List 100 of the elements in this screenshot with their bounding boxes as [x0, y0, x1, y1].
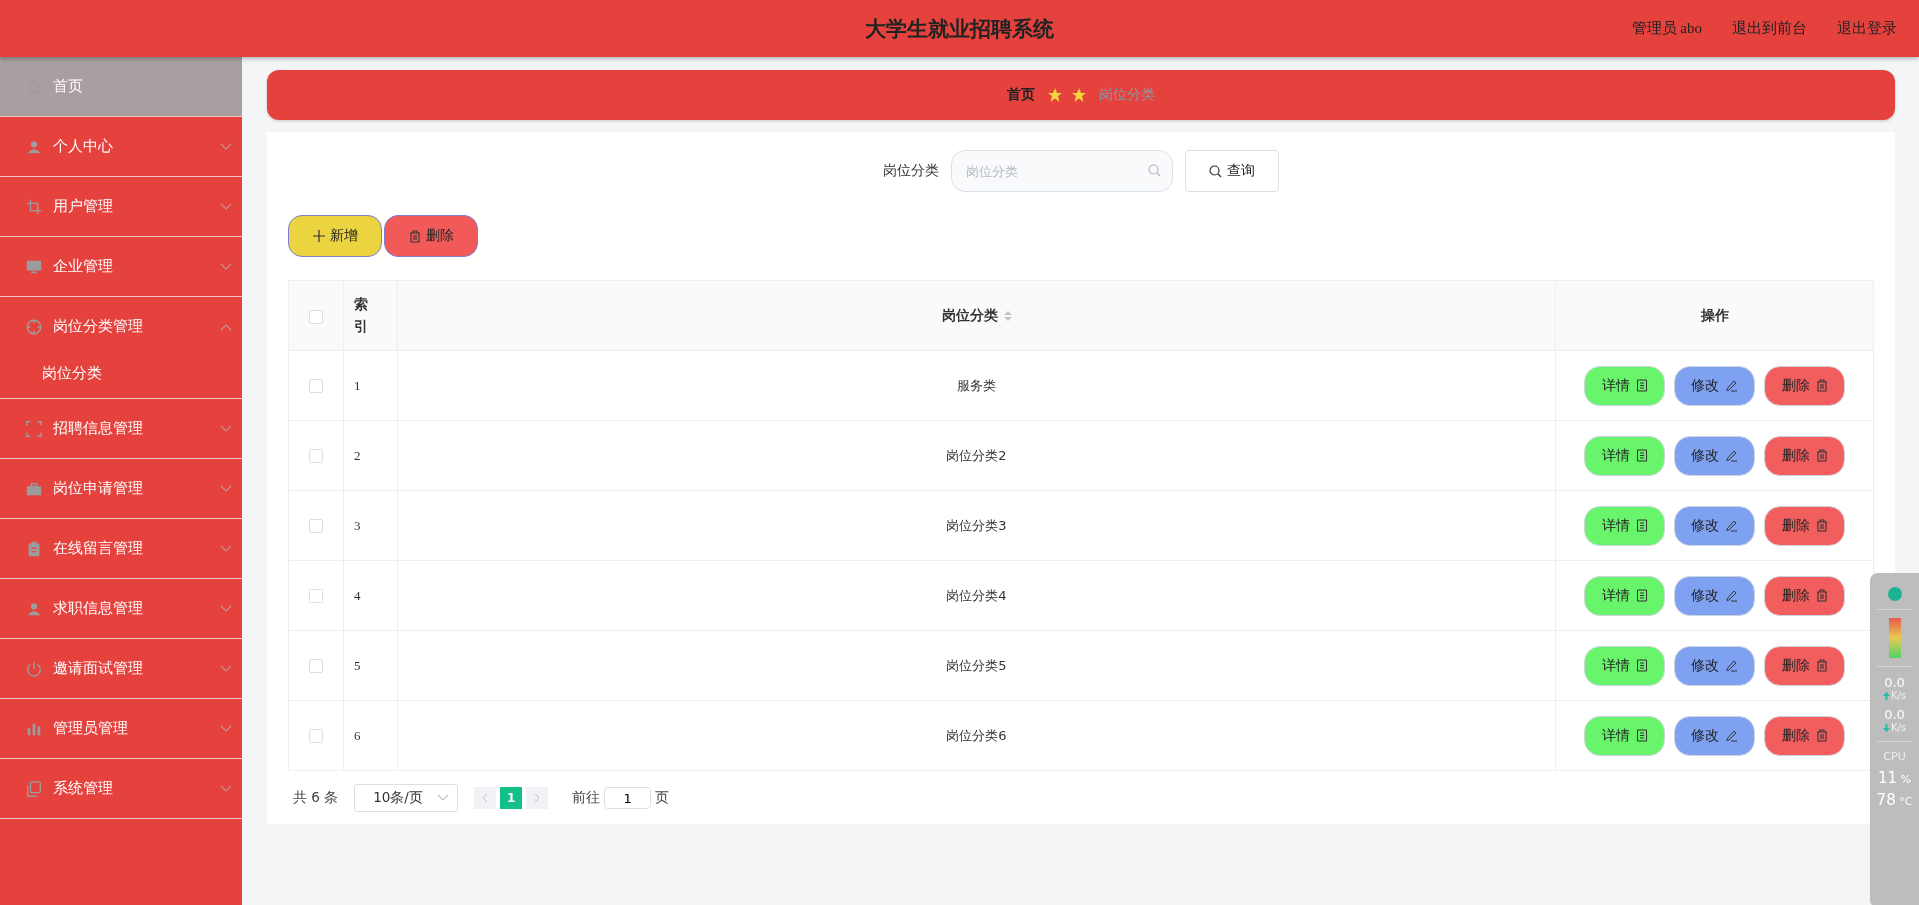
detail-button[interactable]: 详情 — [1584, 505, 1665, 546]
header-link[interactable]: 管理员 abo — [1631, 19, 1702, 38]
delete-button[interactable]: 删除 — [1764, 715, 1845, 756]
document-icon — [1635, 729, 1648, 742]
row-checkbox[interactable] — [309, 589, 323, 604]
document-icon — [1635, 589, 1648, 602]
sidebar-item[interactable]: 岗位申请管理 — [0, 459, 242, 518]
edit-button[interactable]: 修改 — [1674, 575, 1755, 616]
page-input[interactable]: 1 — [604, 787, 652, 809]
table-cell: 岗位分类5 — [946, 657, 1007, 673]
chevron-icon — [220, 322, 232, 331]
app-title: 大学生就业招聘系统 — [865, 15, 1054, 43]
sidebar-item[interactable]: 招聘信息管理 — [0, 399, 242, 458]
upload-speed: 0.0 — [1884, 675, 1905, 690]
edit-button[interactable]: 修改 — [1674, 505, 1755, 546]
column-header[interactable]: 岗位分类 — [941, 306, 998, 323]
query-button[interactable]: 查询 — [1185, 150, 1279, 192]
sidebar-item[interactable]: 首页 — [0, 57, 242, 116]
table-cell: 岗位分类3 — [946, 517, 1007, 533]
table-cell: 1 — [354, 377, 361, 393]
delete-button[interactable]: 删除 — [1764, 575, 1845, 616]
sidebar-item[interactable]: 个人中心 — [0, 117, 242, 176]
add-button[interactable]: 新增 — [288, 215, 382, 257]
delete-button[interactable]: 删除 — [1764, 365, 1845, 406]
page-size-select[interactable]: 10条/页 — [354, 784, 459, 812]
pencil-icon — [1725, 449, 1738, 462]
star-icon — [1047, 87, 1063, 103]
detail-button[interactable]: 详情 — [1584, 365, 1665, 406]
edit-button[interactable]: 修改 — [1674, 715, 1755, 756]
header-link[interactable]: 退出到前台 — [1732, 19, 1807, 38]
sidebar-item[interactable]: 系统管理 — [0, 759, 242, 818]
prev-page-button[interactable] — [474, 787, 497, 809]
detail-button[interactable]: 详情 — [1584, 435, 1665, 476]
pencil-icon — [1725, 659, 1738, 672]
status-dot-icon — [1887, 587, 1902, 601]
breadcrumb-current: 岗位分类 — [1099, 86, 1155, 104]
gauge-icon — [1888, 618, 1901, 658]
pencil-icon — [1725, 379, 1738, 392]
temperature-unit: °C — [1899, 795, 1913, 808]
chevron-icon — [220, 604, 232, 613]
cpu-temperature: 78 — [1876, 791, 1896, 809]
document-icon — [1635, 379, 1648, 392]
column-header: 索引 — [354, 294, 368, 336]
table-cell: 岗位分类4 — [946, 587, 1007, 603]
sidebar-item[interactable]: 企业管理 — [0, 237, 242, 296]
sidebar-item[interactable]: 求职信息管理 — [0, 579, 242, 638]
trash-icon — [1815, 589, 1828, 602]
table-cell: 岗位分类2 — [946, 447, 1007, 463]
edit-button[interactable]: 修改 — [1674, 645, 1755, 686]
table-cell: 服务类 — [957, 377, 996, 393]
trash-icon — [408, 229, 421, 243]
next-page-button[interactable] — [526, 787, 549, 809]
sidebar-item[interactable]: 邀请面试管理 — [0, 639, 242, 698]
sort-icon[interactable] — [1003, 309, 1012, 322]
frame-icon — [25, 419, 43, 438]
row-checkbox[interactable] — [309, 379, 323, 394]
sidebar-item[interactable]: 在线留言管理 — [0, 519, 242, 578]
delete-button[interactable]: 删除 — [1764, 645, 1845, 686]
chevron-icon — [220, 544, 232, 553]
chevron-left-icon — [482, 793, 489, 803]
table-cell: 5 — [354, 657, 361, 673]
detail-button[interactable]: 详情 — [1584, 645, 1665, 686]
delete-button[interactable]: 删除 — [1764, 435, 1845, 476]
document-icon — [1635, 519, 1648, 532]
page-suffix: 页 — [655, 789, 670, 807]
trash-icon — [1815, 379, 1828, 392]
chevron-icon — [220, 484, 232, 493]
chevron-icon — [220, 424, 232, 433]
edit-button[interactable]: 修改 — [1674, 365, 1755, 406]
pencil-icon — [1725, 519, 1738, 532]
delete-button[interactable]: 删除 — [384, 215, 478, 257]
download-speed: 0.0 — [1884, 707, 1905, 722]
document-icon — [1635, 449, 1648, 462]
column-header: 操作 — [1700, 306, 1729, 323]
select-all-checkbox[interactable] — [309, 309, 323, 324]
down-arrow-icon — [1882, 723, 1890, 732]
detail-button[interactable]: 详情 — [1584, 575, 1665, 616]
chevron-right-icon — [534, 793, 541, 803]
sidebar-item[interactable]: 管理员管理 — [0, 699, 242, 758]
header-link[interactable]: 退出登录 — [1837, 19, 1897, 38]
row-checkbox[interactable] — [309, 659, 323, 674]
chevron-icon — [220, 262, 232, 271]
search-icon — [1209, 164, 1222, 178]
row-checkbox[interactable] — [309, 449, 323, 464]
trash-icon — [1815, 659, 1828, 672]
table-cell: 3 — [354, 517, 361, 533]
trash-icon — [1815, 449, 1828, 462]
delete-button[interactable]: 删除 — [1764, 505, 1845, 546]
search-field[interactable]: 岗位分类 — [951, 150, 1173, 192]
plus-icon — [312, 230, 325, 242]
cpu-usage: 11 — [1877, 769, 1898, 787]
sidebar-item[interactable]: 用户管理 — [0, 177, 242, 236]
row-checkbox[interactable] — [309, 519, 323, 534]
detail-button[interactable]: 详情 — [1584, 715, 1665, 756]
breadcrumb-link[interactable]: 首页 — [1007, 86, 1035, 104]
edit-button[interactable]: 修改 — [1674, 435, 1755, 476]
chevron-icon — [220, 784, 232, 793]
power-icon — [25, 659, 43, 678]
row-checkbox[interactable] — [309, 729, 323, 744]
search-label: 岗位分类 — [883, 162, 939, 180]
